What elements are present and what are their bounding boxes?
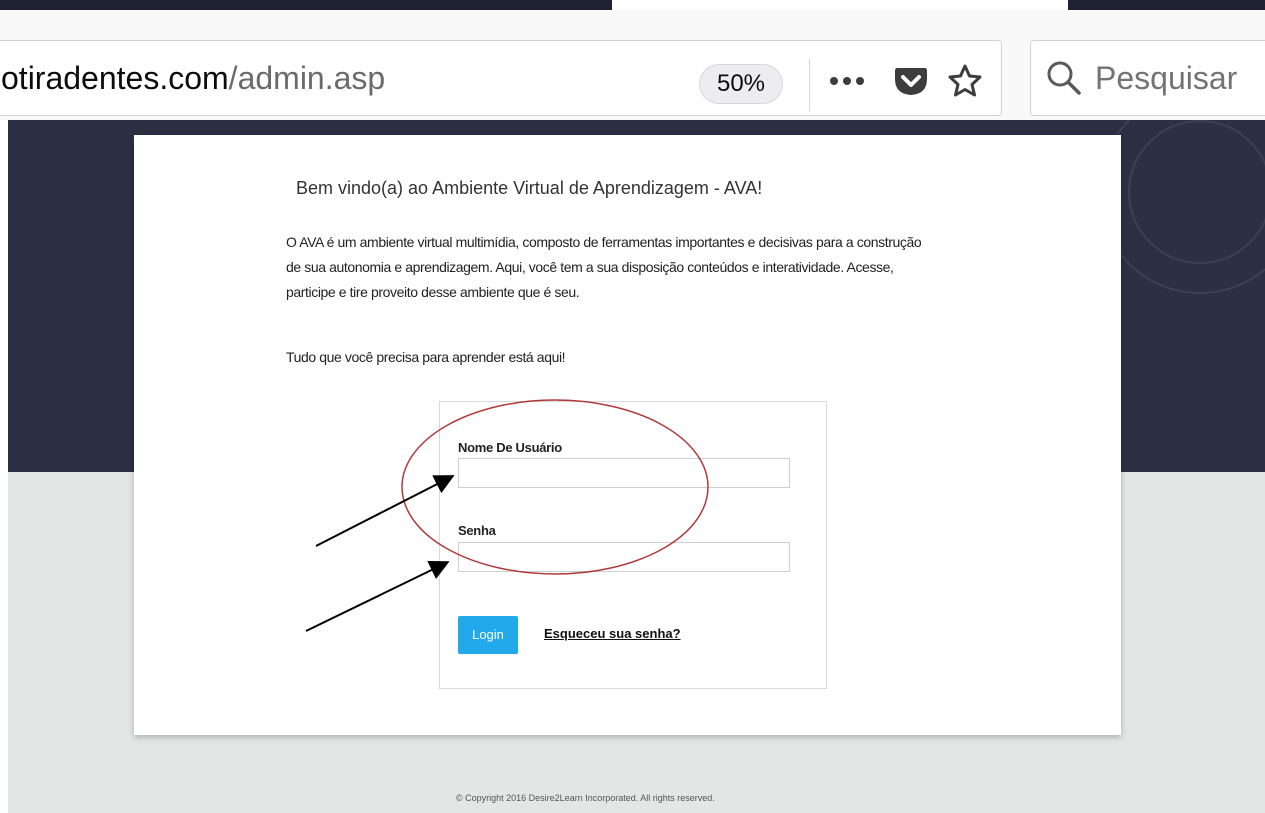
page-viewport: Bem vindo(a) ao Ambiente Virtual de Apre…: [8, 120, 1265, 813]
url-text[interactable]: otiradentes.com/admin.asp: [1, 60, 385, 97]
tab-background[interactable]: [0, 0, 612, 10]
intro-paragraph: O AVA é um ambiente virtual multimídia, …: [286, 234, 922, 300]
tagline: Tudo que você precisa para aprender está…: [286, 349, 566, 365]
url-domain: otiradentes.com: [1, 60, 229, 96]
url-path: /admin.asp: [228, 60, 386, 96]
background-decoration: [1128, 120, 1265, 264]
welcome-title: Bem vindo(a) ao Ambiente Virtual de Apre…: [296, 178, 763, 198]
pocket-icon[interactable]: [891, 61, 931, 101]
login-form: Nome De Usuário Senha Login Esqueceu sua…: [439, 401, 827, 689]
toolbar-divider: [809, 59, 810, 111]
login-card: Bem vindo(a) ao Ambiente Virtual de Apre…: [134, 135, 1121, 735]
username-input[interactable]: [458, 458, 790, 488]
search-bar[interactable]: Pesquisar: [1030, 40, 1265, 116]
browser-toolbar: otiradentes.com/admin.asp 50% Pesquisar: [0, 10, 1265, 120]
password-input[interactable]: [458, 542, 790, 572]
tab-background[interactable]: [1068, 0, 1265, 10]
login-button[interactable]: Login: [458, 616, 518, 654]
search-icon: [1045, 59, 1083, 102]
zoom-level-button[interactable]: 50%: [699, 64, 783, 104]
copyright-footer: © Copyright 2016 Desire2Learn Incorporat…: [456, 793, 715, 803]
password-label: Senha: [458, 523, 496, 538]
bookmark-star-icon[interactable]: [945, 61, 985, 101]
username-label: Nome De Usuário: [458, 440, 562, 455]
more-icon[interactable]: [827, 61, 867, 101]
url-bar[interactable]: otiradentes.com/admin.asp 50%: [0, 40, 1002, 116]
search-placeholder: Pesquisar: [1095, 60, 1238, 96]
forgot-password-link[interactable]: Esqueceu sua senha?: [544, 626, 681, 641]
tab-strip: [0, 0, 1265, 11]
